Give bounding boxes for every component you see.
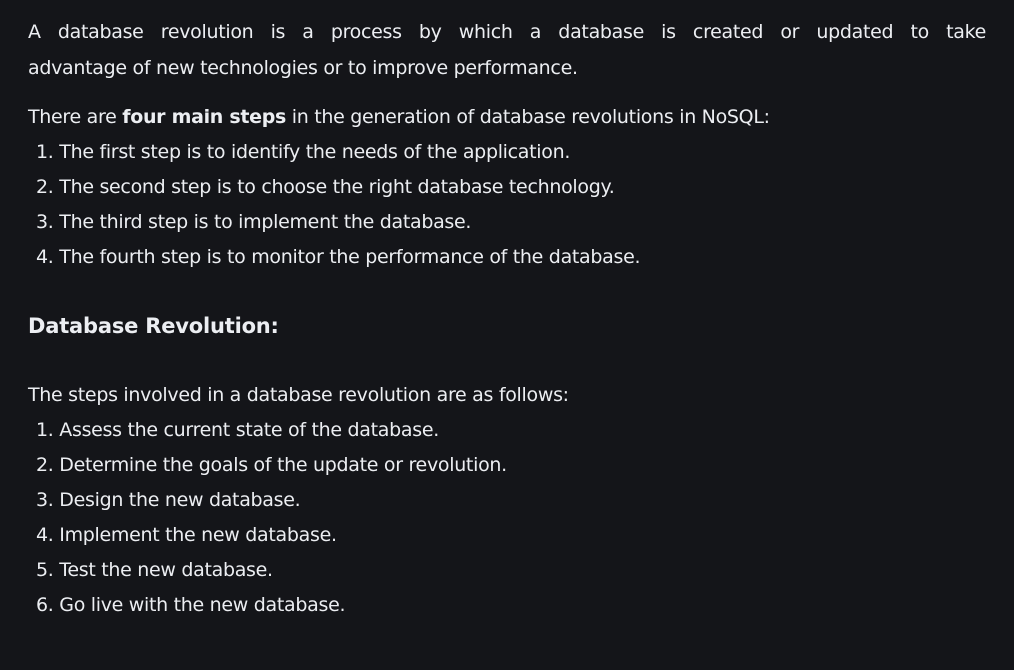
list-item: 1. The first step is to identify the nee… xyxy=(36,141,571,163)
list-item: 3. The third step is to implement the da… xyxy=(36,211,472,233)
steps-intro-bold: four main steps xyxy=(122,106,287,128)
list-item: 2. The second step is to choose the righ… xyxy=(36,176,615,198)
section-heading: Database Revolution: xyxy=(28,314,279,338)
list-item: 4. Implement the new database. xyxy=(36,524,337,546)
revolution-intro-paragraph: The steps involved in a database revolut… xyxy=(28,384,569,406)
steps-intro-prefix: There are xyxy=(28,106,123,128)
intro-line-1: A database revolution is a process by wh… xyxy=(28,21,986,43)
list-item: 2. Determine the goals of the update or … xyxy=(36,454,507,476)
list-item: 5. Test the new database. xyxy=(36,559,273,581)
steps-intro-paragraph: There are four main steps in the generat… xyxy=(28,99,986,135)
list-item: 1. Assess the current state of the datab… xyxy=(36,419,439,441)
list-item: 6. Go live with the new database. xyxy=(36,594,346,616)
intro-paragraph: A database revolution is a process by wh… xyxy=(28,14,986,86)
list-item: 4. The fourth step is to monitor the per… xyxy=(36,246,641,268)
generation-steps-list: 1. The first step is to identify the nee… xyxy=(36,135,986,275)
intro-line-2: advantage of new technologies or to impr… xyxy=(28,57,578,79)
revolution-steps-list: 1. Assess the current state of the datab… xyxy=(36,413,986,623)
article-content: A database revolution is a process by wh… xyxy=(0,0,1014,623)
steps-intro-suffix: in the generation of database revolution… xyxy=(286,106,770,128)
list-item: 3. Design the new database. xyxy=(36,489,301,511)
